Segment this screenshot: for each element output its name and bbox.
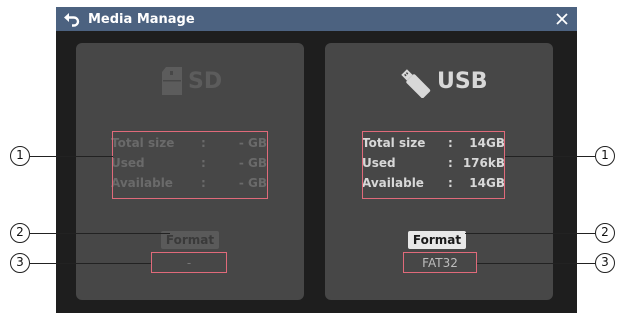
sd-info-highlight	[112, 131, 268, 199]
leader-line	[505, 156, 595, 157]
callout-marker-3: 3	[10, 253, 30, 273]
usb-label: USB	[437, 69, 488, 94]
window-title: Media Manage	[88, 12, 195, 27]
callout-marker-2: 2	[10, 223, 30, 243]
sd-filesystem-highlight	[151, 252, 227, 273]
close-button[interactable]	[552, 9, 572, 29]
back-button[interactable]	[62, 9, 82, 29]
usb-stick-icon	[401, 69, 431, 98]
usb-filesystem-highlight	[403, 252, 477, 273]
leader-line	[465, 233, 595, 234]
back-arrow-icon	[64, 13, 80, 27]
title-bar: Media Manage	[56, 7, 577, 31]
sd-label: SD	[188, 69, 223, 94]
leader-line	[30, 233, 170, 234]
callout-marker-2: 2	[595, 223, 615, 243]
leader-line	[30, 263, 151, 264]
close-icon	[556, 13, 568, 25]
callout-marker-3: 3	[595, 253, 615, 273]
leader-line	[30, 156, 113, 157]
callout-marker-1: 1	[595, 146, 615, 166]
usb-header: USB	[325, 66, 553, 98]
sd-card-icon	[162, 67, 182, 95]
usb-info-highlight	[362, 131, 505, 199]
sd-header: SD	[76, 66, 304, 98]
leader-line	[477, 263, 595, 264]
callout-marker-1: 1	[10, 146, 30, 166]
usb-format-button[interactable]: Format	[408, 231, 466, 249]
